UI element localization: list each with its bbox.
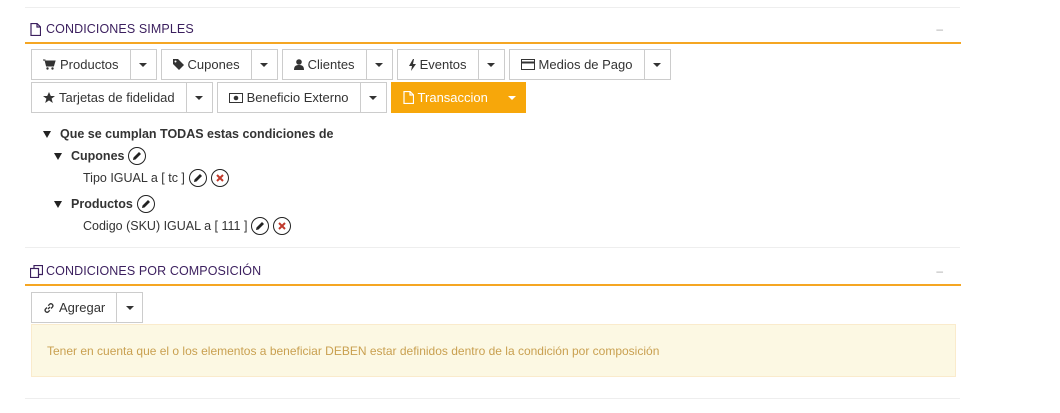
- delete-icon[interactable]: [210, 169, 229, 187]
- minimize-icon[interactable]: –: [936, 22, 943, 36]
- transaccion-button-group: Transaccion: [390, 82, 526, 113]
- condition-text: Tipo IGUAL a [ tc ]: [83, 171, 185, 185]
- composition-conditions-panel: CONDICIONES POR COMPOSICIÓN – Agregar: [25, 258, 961, 325]
- medios-pago-button[interactable]: Medios de Pago: [508, 49, 645, 80]
- eventos-dropdown-toggle[interactable]: [478, 49, 505, 80]
- alert-text: Tener en cuenta que el o los elementos a…: [47, 343, 660, 358]
- tarjetas-fidelidad-dropdown-toggle[interactable]: [186, 82, 213, 113]
- tree-group-cupones: Cupones: [71, 149, 125, 163]
- tree-root-label: Que se cumplan TODAS estas condiciones d…: [60, 127, 334, 141]
- tag-icon: [172, 59, 184, 70]
- triangle-down-icon[interactable]: [43, 130, 51, 138]
- caret-down-icon: [653, 62, 661, 67]
- tarjetas-fidelidad-button[interactable]: Tarjetas de fidelidad: [31, 82, 187, 113]
- minimize-icon[interactable]: –: [936, 264, 943, 278]
- bolt-icon: [408, 58, 416, 71]
- tarjetas-fidelidad-button-group: Tarjetas de fidelidad: [31, 82, 213, 113]
- caret-down-icon: [375, 62, 384, 67]
- credit-card-icon: [520, 59, 535, 70]
- productos-dropdown-toggle[interactable]: [130, 49, 157, 80]
- cupones-button-group: Cupones: [160, 49, 278, 80]
- composition-warning-alert: Tener en cuenta que el o los elementos a…: [31, 324, 956, 377]
- caret-down-icon: [508, 95, 517, 100]
- delete-icon[interactable]: [273, 217, 292, 235]
- eventos-button-group: Eventos: [396, 49, 505, 80]
- link-icon: [43, 302, 55, 314]
- productos-button-group: Productos: [31, 49, 157, 80]
- eventos-button[interactable]: Eventos: [396, 49, 479, 80]
- star-icon: [43, 91, 55, 104]
- transaccion-button[interactable]: Transaccion: [390, 82, 500, 113]
- beneficio-externo-button-group: Beneficio Externo: [216, 82, 387, 113]
- edit-icon[interactable]: [188, 169, 207, 187]
- caret-down-icon: [260, 62, 269, 67]
- file-icon: [402, 91, 414, 104]
- clientes-button[interactable]: Clientes: [281, 49, 367, 80]
- caret-down-icon: [487, 62, 496, 67]
- edit-icon[interactable]: [136, 195, 155, 213]
- edit-icon[interactable]: [128, 147, 147, 165]
- triangle-down-icon[interactable]: [54, 200, 62, 208]
- cupones-button[interactable]: Cupones: [160, 49, 252, 80]
- simple-conditions-panel: CONDICIONES SIMPLES – Productos Cupones …: [25, 16, 961, 115]
- clientes-dropdown-toggle[interactable]: [366, 49, 393, 80]
- agregar-button[interactable]: Agregar: [31, 292, 118, 323]
- transaccion-dropdown-toggle[interactable]: [499, 82, 526, 113]
- simple-conditions-header: CONDICIONES SIMPLES –: [25, 16, 961, 44]
- agregar-button-group: Agregar: [31, 292, 144, 323]
- caret-down-icon: [369, 95, 378, 100]
- file-icon: [30, 22, 41, 36]
- copy-icon: [30, 264, 43, 278]
- condition-text: Codigo (SKU) IGUAL a [ 111 ]: [83, 219, 248, 233]
- user-icon: [293, 59, 304, 70]
- composition-conditions-title: CONDICIONES POR COMPOSICIÓN: [46, 264, 262, 278]
- caret-down-icon: [195, 95, 204, 100]
- beneficio-externo-dropdown-toggle[interactable]: [360, 82, 387, 113]
- simple-conditions-title: CONDICIONES SIMPLES: [46, 22, 194, 36]
- medios-pago-dropdown-toggle[interactable]: [644, 49, 671, 80]
- productos-button[interactable]: Productos: [31, 49, 131, 80]
- caret-down-icon: [125, 305, 134, 310]
- edit-icon[interactable]: [251, 217, 270, 235]
- cart-icon: [43, 59, 56, 70]
- beneficio-externo-button[interactable]: Beneficio Externo: [216, 82, 361, 113]
- caret-down-icon: [139, 62, 148, 67]
- clientes-button-group: Clientes: [281, 49, 393, 80]
- composition-conditions-header: CONDICIONES POR COMPOSICIÓN –: [25, 258, 961, 286]
- cupones-dropdown-toggle[interactable]: [251, 49, 278, 80]
- tree-group-productos: Productos: [71, 197, 133, 211]
- triangle-down-icon[interactable]: [54, 152, 62, 160]
- money-icon: [228, 92, 243, 103]
- agregar-dropdown-toggle[interactable]: [117, 292, 144, 323]
- medios-pago-button-group: Medios de Pago: [508, 49, 671, 80]
